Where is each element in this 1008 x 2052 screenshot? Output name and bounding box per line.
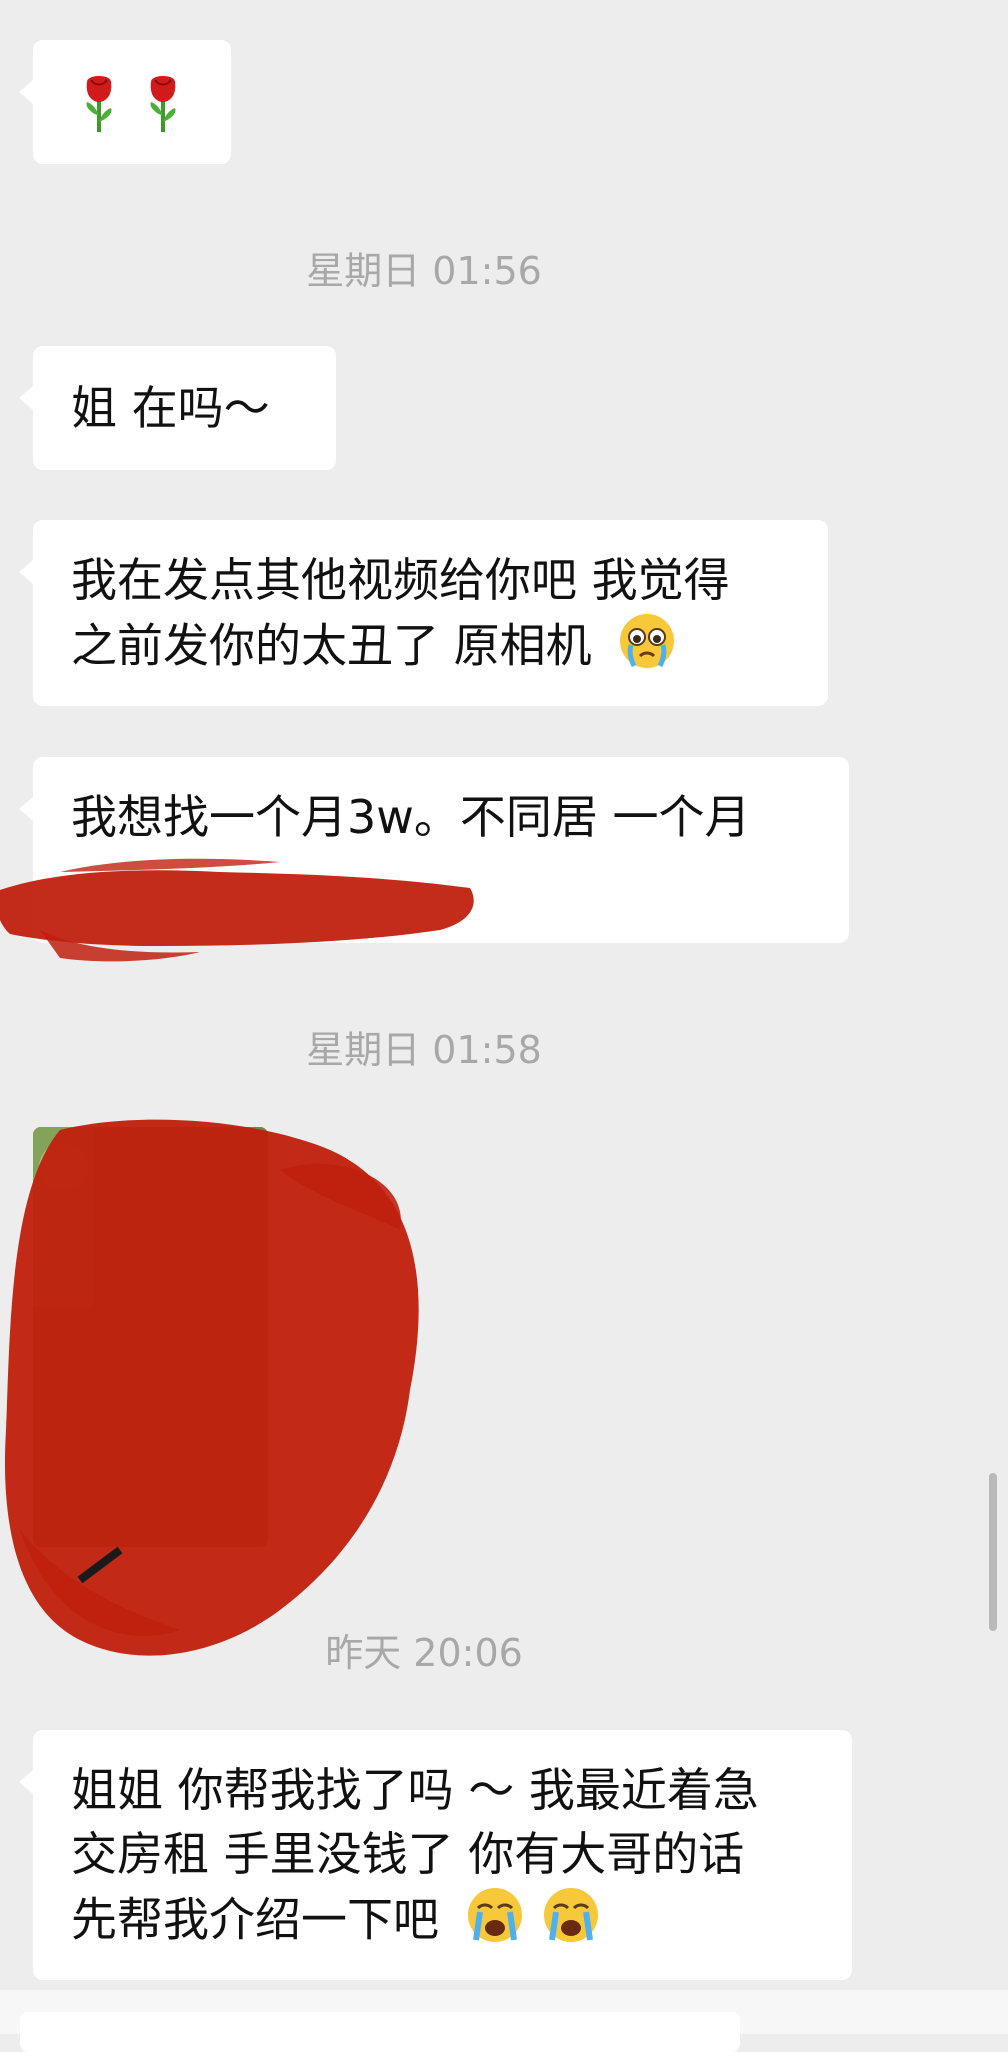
rose-emoji bbox=[143, 72, 183, 150]
timestamp: 星期日 01:56 bbox=[306, 249, 542, 293]
message-text-line: 交房租 手里没钱了 你有大哥的话 bbox=[71, 1827, 745, 1881]
scrollbar-thumb[interactable] bbox=[989, 1473, 997, 1631]
rose-emoji bbox=[79, 72, 119, 150]
timestamp: 昨天 20:06 bbox=[325, 1631, 523, 1675]
crying-face-emoji bbox=[618, 612, 676, 686]
message-bubble[interactable]: 姐姐 你帮我找了吗 ～ 我最近着急 交房租 手里没钱了 你有大哥的话 先帮我介绍… bbox=[19, 1730, 852, 1980]
message-text-line: 我在发点其他视频给你吧 我觉得 bbox=[71, 553, 730, 607]
loudly-crying-emoji bbox=[542, 1886, 600, 1960]
message-bubble[interactable]: 我在发点其他视频给你吧 我觉得 之前发你的太丑了 原相机 bbox=[19, 520, 828, 706]
redaction-scribble bbox=[0, 858, 474, 962]
redaction-scribble bbox=[4, 1119, 419, 1656]
timestamp: 星期日 01:58 bbox=[306, 1028, 542, 1072]
message-text-line: 先帮我介绍一下吧 bbox=[71, 1892, 439, 1947]
message-bubble-roses[interactable] bbox=[19, 40, 231, 164]
message-text-line: 我想找一个月3w。不同居 一个月 bbox=[71, 790, 751, 844]
message-text-line: 之前发你的太丑了 原相机 bbox=[71, 618, 592, 673]
message-bubble[interactable]: 姐 在吗～ bbox=[19, 346, 336, 470]
loudly-crying-emoji bbox=[466, 1886, 524, 1960]
message-input[interactable] bbox=[20, 2012, 740, 2052]
message-text: 姐 在吗～ bbox=[71, 381, 270, 435]
message-text-line: 姐姐 你帮我找了吗 ～ 我最近着急 bbox=[71, 1763, 759, 1817]
